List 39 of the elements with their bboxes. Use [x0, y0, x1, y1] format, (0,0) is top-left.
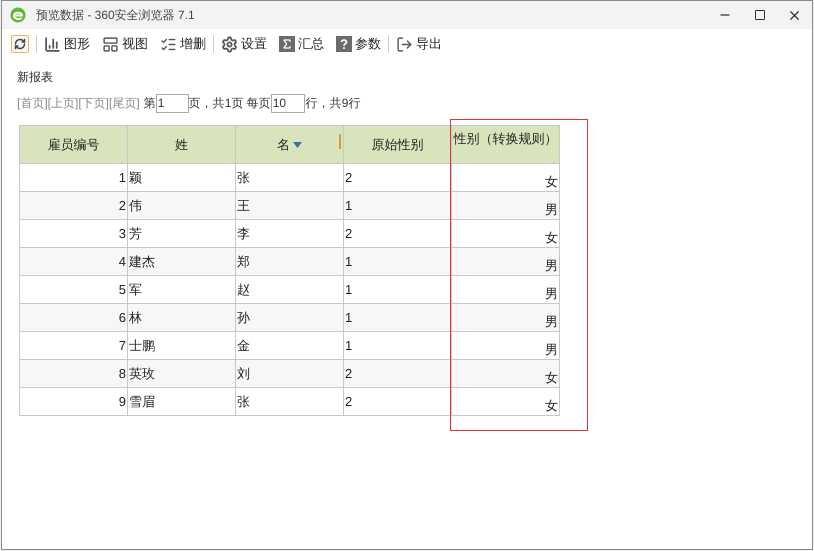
page-label: 第 [144, 95, 156, 112]
page-input[interactable]: 1 [156, 94, 189, 112]
question-icon [336, 36, 352, 52]
pager-link[interactable]: [首页] [17, 94, 48, 112]
refresh-button[interactable] [11, 35, 29, 53]
page-count-text: 页，共1页 每页 [188, 95, 271, 112]
sigma-icon [279, 36, 295, 52]
table-cell: 雪眉 [128, 388, 236, 416]
column-header[interactable]: 原始性别 [344, 126, 452, 164]
toolbar-button[interactable]: 导出 [396, 34, 442, 54]
pager-link[interactable]: [上页] [48, 94, 78, 112]
table-cell: 张 [236, 388, 344, 416]
table-cell: 2 [344, 388, 452, 416]
pager-link[interactable]: [尾页] [109, 94, 140, 112]
table-cell: 9 [20, 388, 128, 416]
toolbar-button[interactable]: 参数 [336, 34, 381, 54]
column-resize-handle[interactable] [339, 134, 341, 149]
column-header[interactable]: 雇员编号 [20, 126, 128, 164]
toolbar-button[interactable]: 视图 [102, 34, 148, 54]
exit-icon [396, 36, 413, 52]
column-header[interactable]: 名 [236, 126, 344, 164]
report-title: 新报表 [17, 69, 54, 84]
toolbar-button[interactable]: 设置 [221, 34, 267, 54]
rows-per-page-input[interactable]: 10 [270, 94, 305, 112]
toolbar-button[interactable]: 增删 [160, 34, 206, 54]
gear-icon [221, 36, 238, 52]
bar-chart-icon [44, 36, 61, 52]
layout-icon [102, 36, 119, 52]
toolbar-button[interactable]: 图形 [44, 34, 90, 54]
pager-link[interactable]: [下页] [78, 94, 110, 112]
column-header[interactable]: 姓 [128, 126, 236, 164]
row-count-text: 行，共9行 [306, 95, 360, 112]
table-cell: 女 [452, 388, 560, 416]
sort-down-icon [293, 142, 302, 148]
window-title: 预览数据 - 360安全浏览器 7.1 [36, 7, 195, 24]
column-header[interactable]: 性别（转换规则） [452, 126, 560, 164]
toolbar-button[interactable]: 汇总 [279, 34, 324, 54]
browser-logo-icon [10, 7, 26, 23]
maximize-icon [754, 9, 766, 21]
